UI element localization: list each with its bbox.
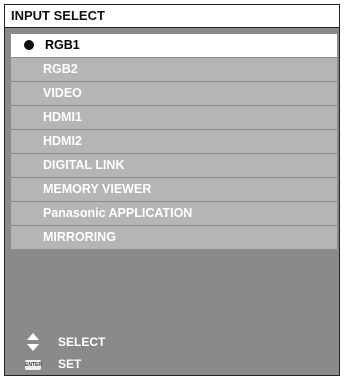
input-item-mirroring[interactable]: MIRRORING [11,226,337,249]
input-item-label: RGB1 [45,38,80,52]
select-guide: SELECT [17,331,337,353]
input-item-video[interactable]: VIDEO [11,82,337,105]
select-label: SELECT [58,335,106,349]
input-list: RGB1 RGB2 VIDEO HDMI1 HDMI2 DIGITAL LINK… [11,34,337,250]
input-item-panasonic-application[interactable]: Panasonic APPLICATION [11,202,337,225]
input-item-label: MEMORY VIEWER [43,182,152,196]
input-item-label: HDMI1 [43,110,82,124]
input-item-label: Panasonic APPLICATION [43,206,193,220]
enter-key-icon: ENTER [25,360,42,370]
input-select-dialog: INPUT SELECT RGB1 RGB2 VIDEO HDMI1 HDMI2… [0,0,344,380]
input-item-label: VIDEO [43,86,82,100]
set-label: SET [58,357,82,371]
input-item-label: RGB2 [43,62,78,76]
input-item-hdmi1[interactable]: HDMI1 [11,106,337,129]
input-item-digital-link[interactable]: DIGITAL LINK [11,154,337,177]
dialog-title: INPUT SELECT [4,4,340,28]
input-item-memory-viewer[interactable]: MEMORY VIEWER [11,178,337,201]
input-item-rgb2[interactable]: RGB2 [11,58,337,81]
input-item-hdmi2[interactable]: HDMI2 [11,130,337,153]
input-item-label: MIRRORING [43,230,116,244]
key-guide: SELECT ENTER SET [17,331,337,375]
up-down-arrows-icon [27,333,39,351]
input-item-rgb1[interactable]: RGB1 [11,34,337,57]
input-item-label: HDMI2 [43,134,82,148]
selected-dot-icon [24,40,34,50]
input-list-panel: RGB1 RGB2 VIDEO HDMI1 HDMI2 DIGITAL LINK… [4,28,340,376]
set-guide: ENTER SET [17,353,337,375]
input-item-label: DIGITAL LINK [43,158,125,172]
